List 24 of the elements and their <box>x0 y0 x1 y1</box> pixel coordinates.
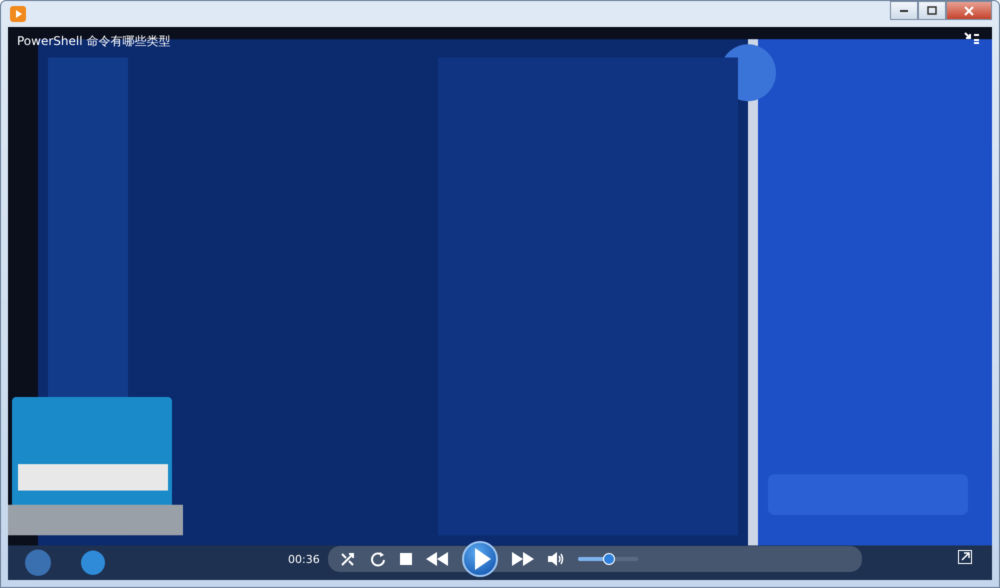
arrows-icon <box>964 32 980 46</box>
time-label: 00:36 <box>288 552 320 566</box>
volume-button[interactable] <box>548 552 564 566</box>
repeat-button[interactable] <box>370 551 386 567</box>
stop-icon <box>400 553 412 565</box>
next-button[interactable] <box>512 552 534 566</box>
minimize-button[interactable] <box>890 1 918 20</box>
maximize-icon <box>927 6 937 15</box>
play-icon <box>10 6 26 22</box>
video-title: PowerShell 命令有哪些类型 <box>17 33 170 50</box>
repeat-icon <box>370 551 386 567</box>
exit-fullscreen-button[interactable] <box>964 32 980 46</box>
shuffle-button[interactable] <box>340 551 356 567</box>
play-icon <box>472 548 490 570</box>
close-button[interactable] <box>946 1 992 20</box>
minimize-icon <box>899 8 909 12</box>
crossed-arrows-icon <box>340 551 356 567</box>
close-icon <box>964 6 974 16</box>
rewind-icon <box>426 552 448 566</box>
speaker-icon <box>548 552 564 566</box>
maximize-button[interactable] <box>918 1 946 20</box>
fast-forward-icon <box>512 552 534 566</box>
expand-icon[interactable] <box>958 550 972 564</box>
previous-button[interactable] <box>426 552 448 566</box>
